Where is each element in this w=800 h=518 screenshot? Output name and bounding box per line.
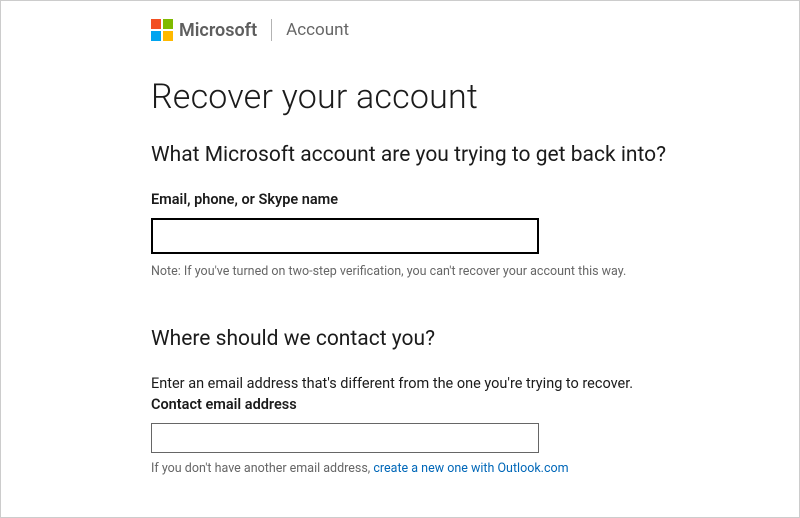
account-identifier-input[interactable] xyxy=(151,218,539,254)
contact-heading: Where should we contact you? xyxy=(151,327,739,351)
page-title: Recover your account xyxy=(151,77,739,117)
two-step-note: Note: If you've turned on two-step verif… xyxy=(151,264,739,279)
contact-instruction: Enter an email address that's different … xyxy=(151,375,739,392)
account-heading: What Microsoft account are you trying to… xyxy=(151,143,739,167)
account-field-label: Email, phone, or Skype name xyxy=(151,191,739,208)
outlook-link-line: If you don't have another email address,… xyxy=(151,461,739,476)
create-outlook-link[interactable]: create a new one with Outlook.com xyxy=(373,461,568,476)
header-section-label: Account xyxy=(286,20,349,40)
outlook-link-prefix: If you don't have another email address, xyxy=(151,461,373,476)
contact-field-label: Contact email address xyxy=(151,396,739,413)
brand-name: Microsoft xyxy=(179,20,257,41)
header-divider xyxy=(271,19,272,41)
page-header: Microsoft Account xyxy=(151,19,739,41)
contact-email-input[interactable] xyxy=(151,423,539,453)
microsoft-logo-icon xyxy=(151,19,173,41)
